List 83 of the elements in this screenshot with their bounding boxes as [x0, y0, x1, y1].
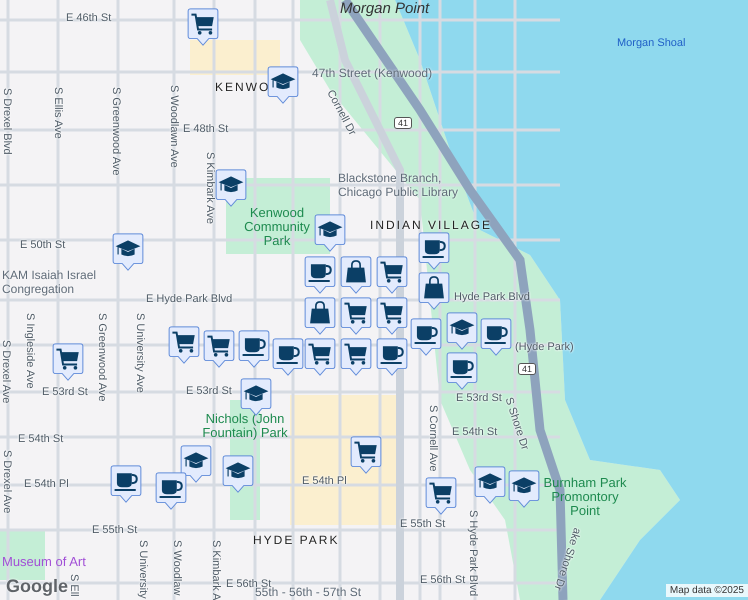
street-label: S Ellis Ave	[51, 87, 64, 139]
coffee-cup-icon	[308, 264, 332, 282]
street-label: S Woodlaw	[170, 540, 183, 596]
google-logo[interactable]: Google	[6, 576, 68, 597]
street-label: S Drexel Blvd	[0, 88, 13, 155]
highway-shield: 41	[394, 117, 412, 129]
water-label: Morgan Point	[340, 0, 430, 17]
water-label: Morgan Shoal	[617, 37, 686, 49]
shopping-cart-icon	[207, 336, 230, 357]
map-attribution: Map data ©2025	[666, 584, 748, 597]
street-label: E 54th St	[18, 433, 64, 446]
shopping-cart-icon	[429, 482, 452, 504]
place-label: 47th Street (Kenwood)	[312, 66, 434, 80]
graduation-cap-icon	[116, 240, 140, 256]
street-label: S Hyde Park Blvd	[466, 510, 479, 596]
street-label: E 53rd St	[42, 386, 88, 399]
graduation-cap-icon	[450, 319, 474, 336]
street-label: S Drexel Ave	[0, 340, 12, 404]
street-label: E 56th St	[420, 574, 466, 587]
coffee-cup-icon	[380, 346, 404, 364]
shopping-cart-icon	[344, 344, 367, 365]
graduation-cap-icon	[226, 462, 250, 478]
shopping-cart-icon	[344, 302, 367, 324]
highway-shield: 41	[518, 363, 536, 375]
shopping-bag-icon	[310, 301, 330, 324]
place-label: KAM Isaiah Israel Congregation	[2, 268, 98, 296]
graduation-cap-icon	[318, 221, 342, 238]
museum-label: Museum of Art	[2, 554, 86, 569]
shopping-bag-icon	[424, 276, 444, 298]
street-label: E 55th St	[400, 518, 446, 531]
street-label: E 54th Pl	[24, 478, 69, 491]
street-label: S Cornell Ave	[426, 405, 439, 472]
park-label: Burnham Park Promontory Point	[542, 476, 628, 518]
coffee-cup-icon	[414, 326, 438, 344]
street-label: S Drexel Ave	[0, 450, 13, 514]
street-label: Hyde Park Blvd	[454, 291, 530, 304]
coffee-cup-icon	[484, 326, 508, 344]
coffee-cup-icon	[450, 360, 474, 378]
street-label: S University Ave	[133, 313, 146, 393]
coffee-cup-icon	[422, 240, 446, 258]
graduation-cap-icon	[270, 73, 296, 90]
graduation-cap-icon	[512, 477, 536, 494]
neighborhood-label: HYDE PARK	[253, 533, 340, 547]
shopping-cart-icon	[380, 262, 403, 283]
graduation-cap-icon	[184, 452, 208, 468]
street-label: E Hyde Park Blvd	[146, 293, 232, 306]
coffee-cup-icon	[242, 338, 266, 356]
street-label: (Hyde Park)	[515, 341, 574, 354]
street-label: S Greenwood Ave	[95, 313, 108, 402]
street-label: E 50th St	[20, 239, 66, 252]
shopping-bag-icon	[346, 260, 366, 282]
street-label: E 55th St	[92, 524, 138, 537]
street-label: E 54th Pl	[302, 475, 347, 488]
graduation-cap-icon	[478, 473, 502, 490]
park-label: Kenwood Community Park	[243, 206, 311, 248]
street-label: E 53rd St	[456, 392, 502, 405]
graduation-cap-icon	[218, 176, 244, 192]
shopping-cart-icon	[354, 442, 377, 463]
neighborhood-label: KENWO	[215, 80, 270, 94]
street-label: S Shore Dr	[502, 396, 531, 452]
shopping-cart-icon	[191, 14, 214, 35]
place-label: Blackstone Branch, Chicago Public Library	[338, 171, 460, 199]
street-label: E 54th St	[452, 426, 498, 439]
street-label: S Ingleside Ave	[23, 313, 36, 389]
shopping-cart-icon	[172, 332, 195, 353]
street-label: S Ell	[68, 574, 80, 597]
neighborhood-label: INDIAN VILLAGE	[370, 218, 492, 232]
street-label: S Woodlawn Ave	[167, 85, 180, 168]
graduation-cap-icon	[244, 385, 268, 402]
street-label: E 48th St	[183, 123, 228, 136]
shopping-cart-icon	[308, 344, 331, 365]
street-label: S Kimbark Ave	[203, 152, 216, 224]
coffee-cup-icon	[159, 480, 183, 498]
shopping-cart-icon	[380, 302, 403, 324]
park-label: Nichols (John Fountain) Park	[201, 412, 289, 440]
street-label: S Greenwood Ave	[109, 87, 122, 176]
street-label: S University	[136, 540, 149, 599]
coffee-cup-icon	[276, 346, 300, 364]
street-label: ake Shore Dr	[550, 526, 583, 592]
street-label: E 46th St	[66, 12, 112, 25]
street-label: E 53rd St	[186, 385, 232, 398]
shopping-cart-icon	[56, 348, 79, 370]
coffee-cup-icon	[114, 473, 138, 491]
